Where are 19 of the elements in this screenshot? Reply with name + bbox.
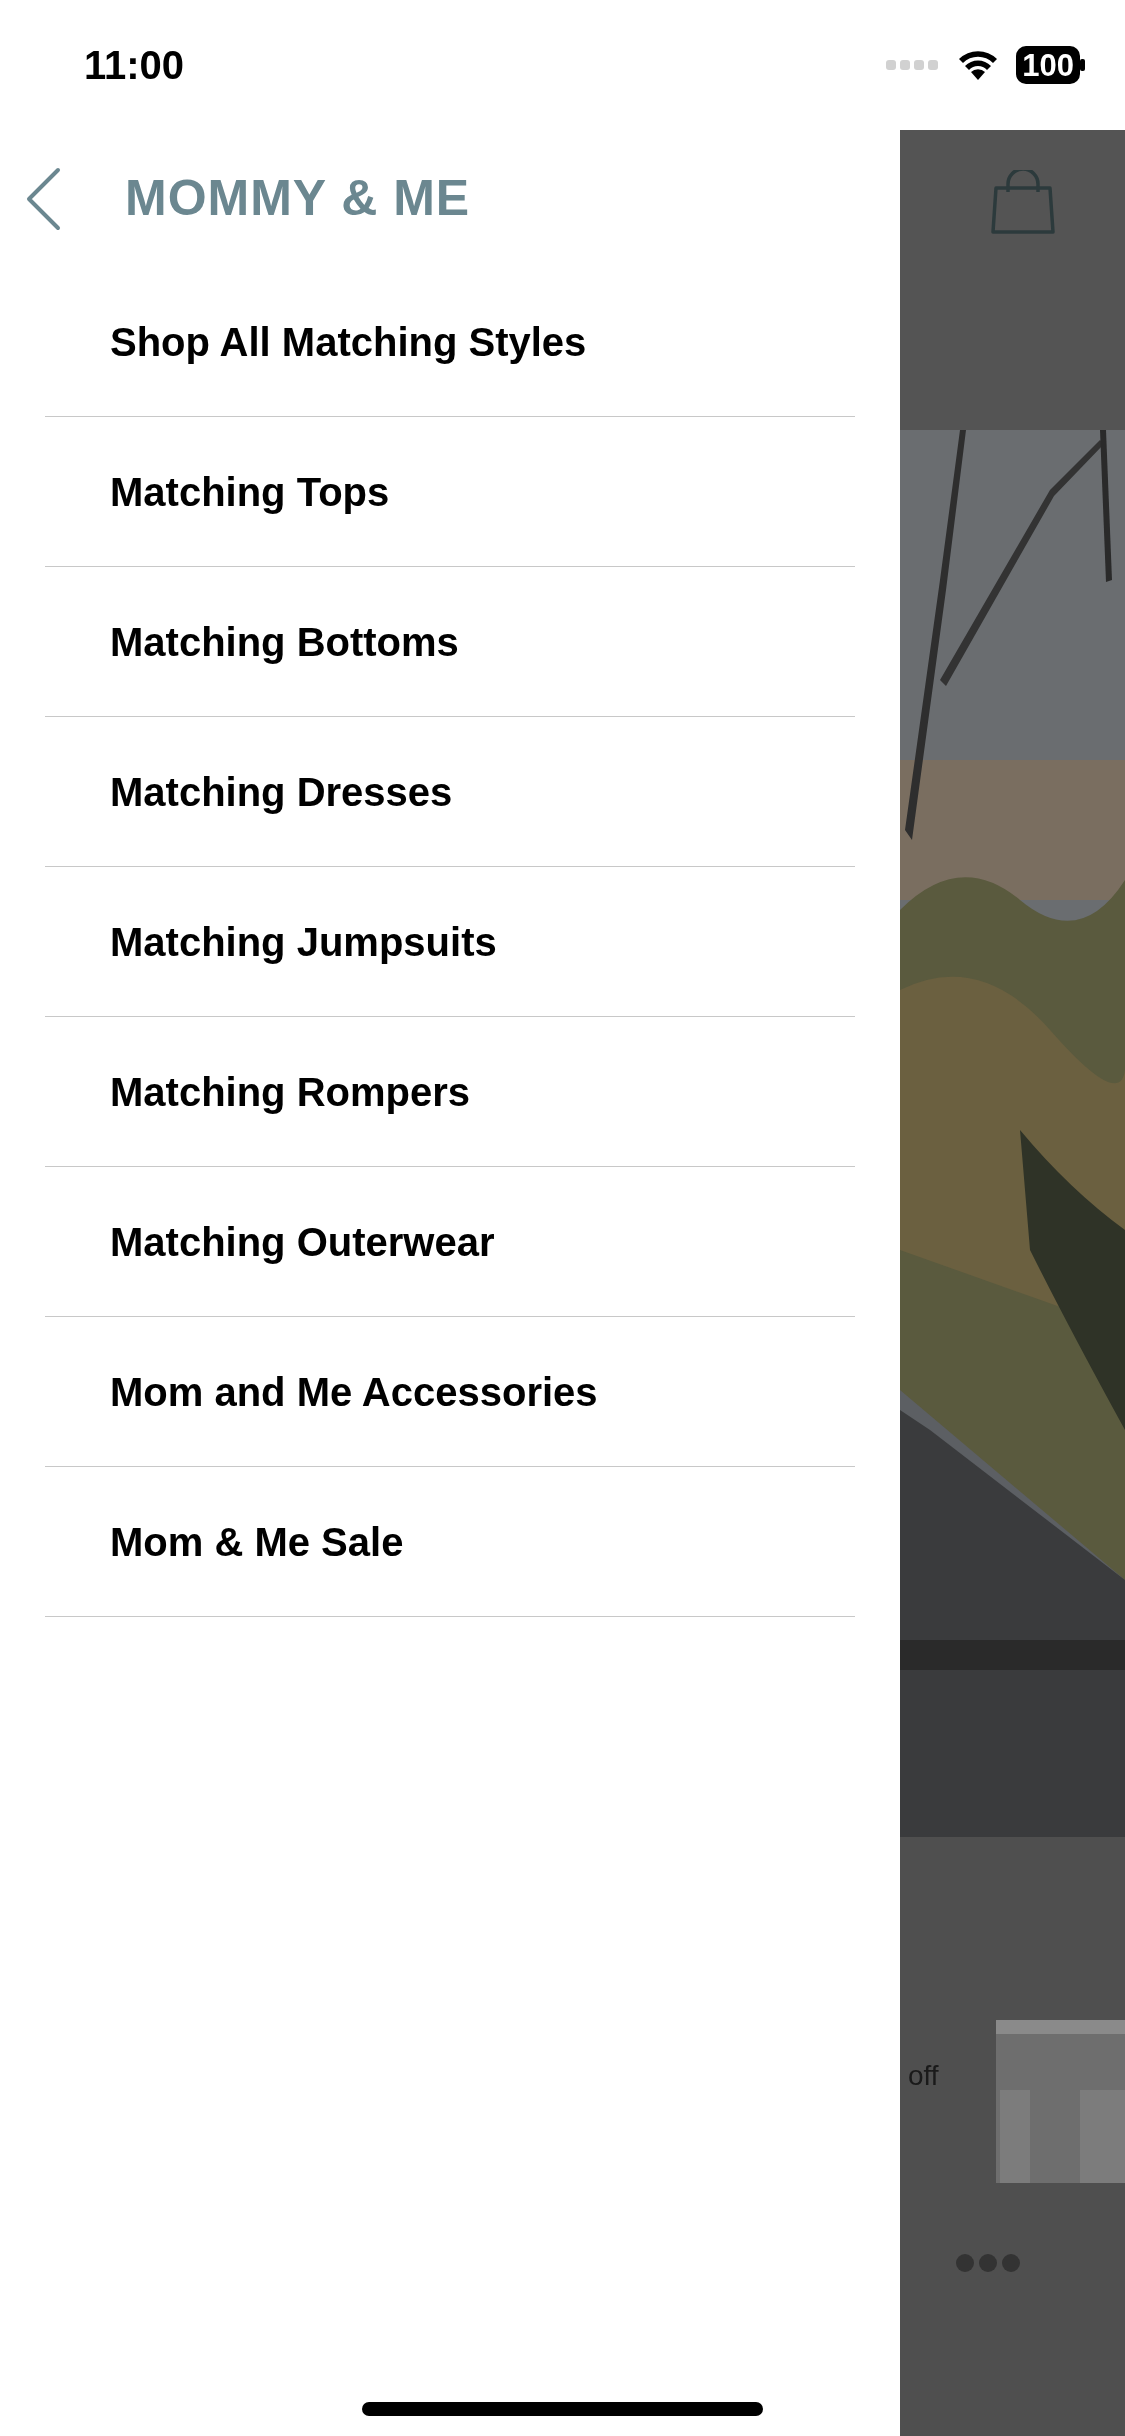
status-time: 11:00 bbox=[84, 42, 185, 89]
menu-item[interactable]: Mom & Me Sale bbox=[110, 1511, 404, 1572]
pagination-dots-icon bbox=[955, 2253, 1021, 2273]
menu-item[interactable]: Mom and Me Accessories bbox=[110, 1361, 598, 1422]
menu-item[interactable]: Matching Jumpsuits bbox=[110, 911, 497, 972]
wifi-icon bbox=[958, 50, 999, 80]
menu-item[interactable]: Matching Outerwear bbox=[110, 1211, 495, 1272]
battery-cap-icon bbox=[1080, 59, 1085, 71]
signal-icon bbox=[886, 58, 941, 72]
menu-item[interactable]: Shop All Matching Styles bbox=[110, 311, 587, 372]
product-thumbnail[interactable] bbox=[996, 2020, 1125, 2183]
menu-item[interactable]: Matching Dresses bbox=[110, 761, 453, 822]
drawer-title: MOMMY & ME bbox=[125, 169, 471, 228]
back-icon[interactable] bbox=[25, 166, 61, 231]
menu-item[interactable]: Matching Tops bbox=[110, 461, 390, 522]
menu-item[interactable]: Matching Rompers bbox=[110, 1061, 471, 1122]
menu-item[interactable]: Matching Bottoms bbox=[110, 611, 459, 672]
battery-level: 100 bbox=[1016, 46, 1080, 84]
shopping-bag-icon[interactable] bbox=[989, 170, 1056, 236]
